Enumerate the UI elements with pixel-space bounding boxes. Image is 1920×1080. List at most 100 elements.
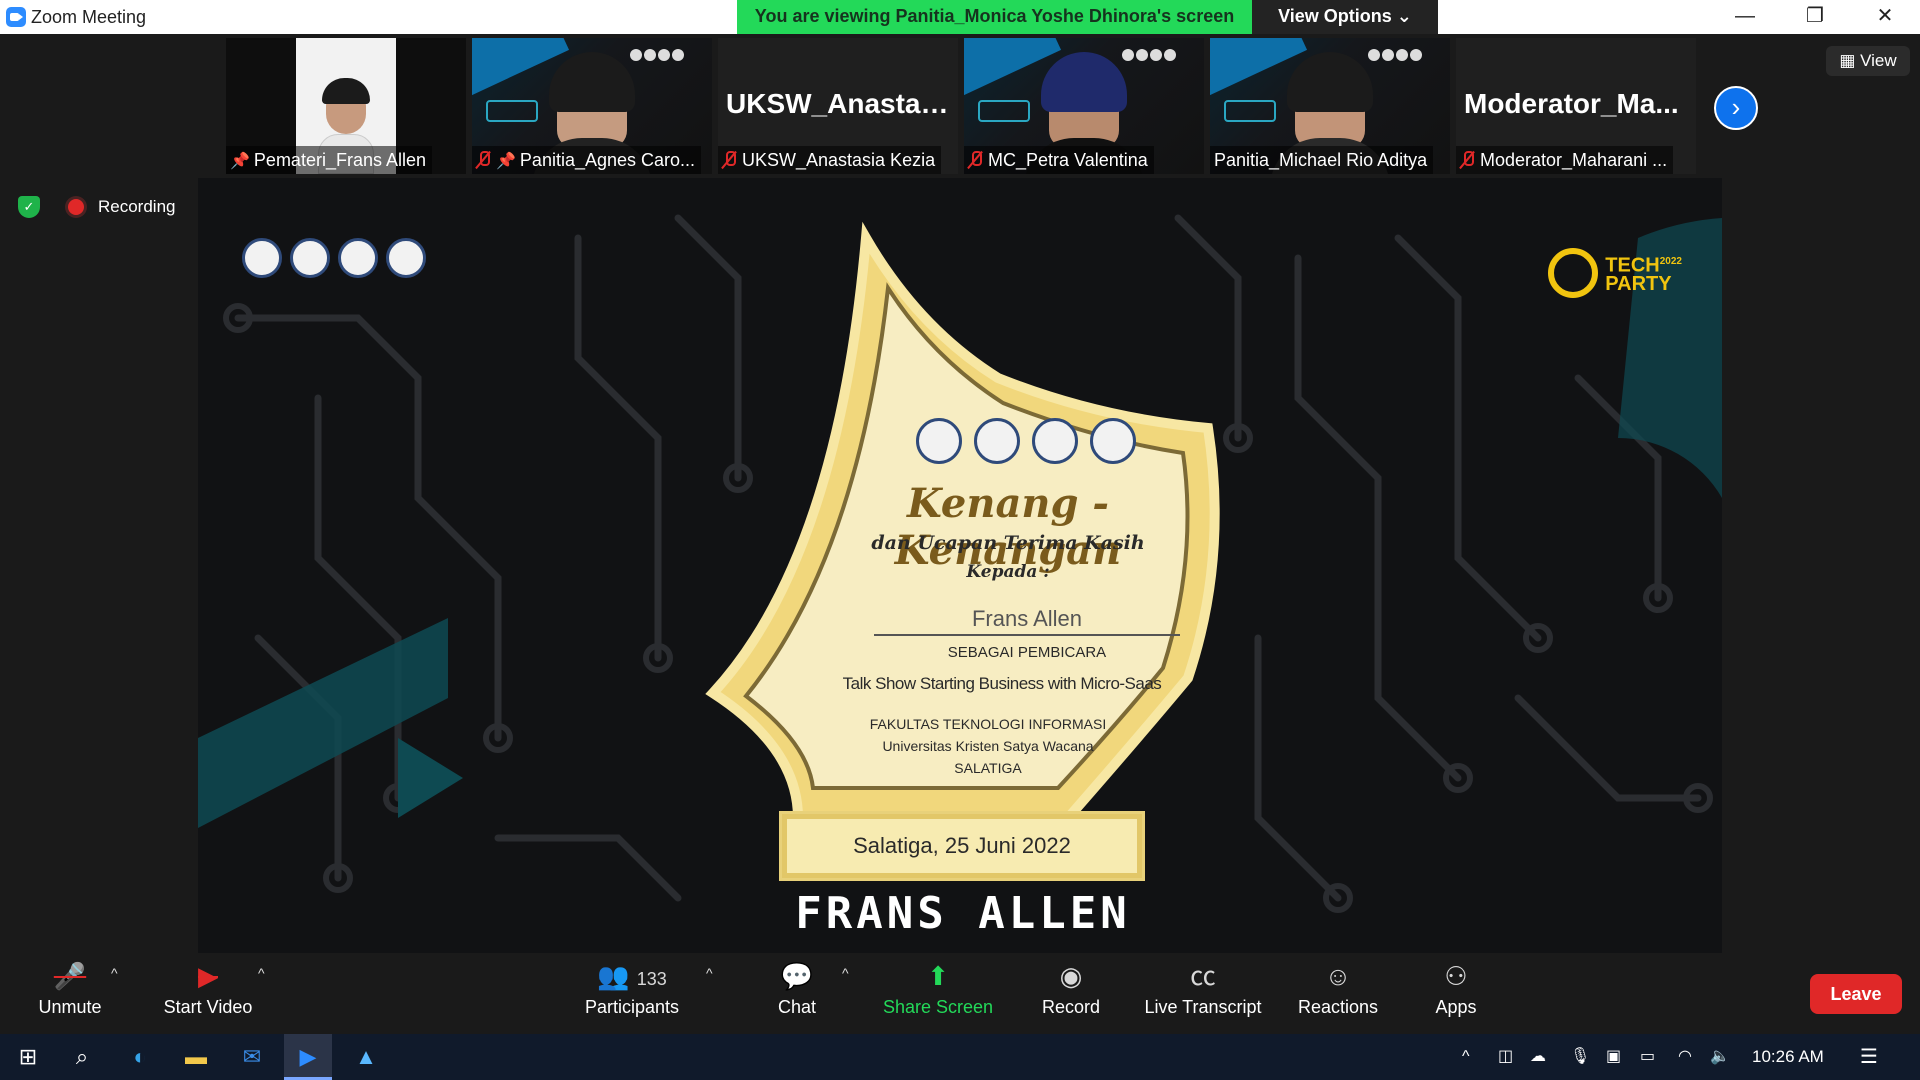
record-button[interactable]: ◉ Record: [1030, 955, 1112, 1032]
start-video-button[interactable]: ▶ Start Video: [150, 955, 266, 1032]
zoom-taskbar-icon[interactable]: ▶: [284, 1034, 332, 1080]
recording-icon: [68, 199, 84, 215]
reactions-smiley-icon: ☺: [1324, 961, 1352, 991]
certificate-event: Talk Show Starting Business with Micro-S…: [842, 674, 1162, 693]
partner-logo-icon: [974, 418, 1020, 464]
file-explorer-icon[interactable]: ▬: [172, 1034, 220, 1080]
screen-share-banner: You are viewing Panitia_Monica Yoshe Dhi…: [737, 0, 1252, 34]
participant-video: [1041, 52, 1127, 148]
participant-name: Moderator_Maharani ...: [1456, 146, 1674, 174]
edge-browser-icon[interactable]: ◐: [116, 1034, 164, 1080]
onedrive-cloud-icon[interactable]: ☁: [1530, 1034, 1546, 1080]
mic-muted-icon: 🎤: [53, 961, 87, 991]
participant-tile[interactable]: 📌 Panitia_Agnes Caro...: [472, 38, 712, 174]
leave-button[interactable]: Leave: [1810, 974, 1902, 1014]
notifications-icon[interactable]: ☰: [1860, 1034, 1878, 1080]
live-transcript-button[interactable]: ㏄ Live Transcript: [1138, 955, 1268, 1032]
pin-icon: 📌: [230, 153, 250, 170]
partner-logo-icon: [290, 238, 330, 278]
volume-icon[interactable]: 🔈: [1710, 1034, 1730, 1080]
university-logo-icon: [916, 418, 962, 464]
participant-strip: 📌 Pemateri_Frans Allen 📌 Panitia_Agnes Car…: [226, 38, 1696, 176]
participant-video: [549, 52, 635, 148]
share-screen-button[interactable]: ⬆ Share Screen: [878, 955, 998, 1032]
record-icon: ◉: [1059, 961, 1083, 991]
certificate-role: SEBAGAI PEMBICARA: [947, 644, 1107, 661]
recording-label[interactable]: Recording: [98, 197, 176, 217]
partner-logo-icon: [386, 238, 426, 278]
next-page-chevron-icon[interactable]: ›: [1714, 86, 1758, 130]
partner-logo-icon: [338, 238, 378, 278]
video-off-icon: ▶: [198, 961, 218, 991]
participant-video: [1287, 52, 1373, 148]
certificate-title: Kenang - Kenangan: [894, 480, 1122, 574]
mic-muted-icon: [476, 151, 490, 169]
certificate-recipient: Frans Allen: [874, 606, 1180, 636]
audio-options-chevron-icon[interactable]: ^: [111, 965, 118, 981]
view-options-button[interactable]: View Options ⌄: [1252, 0, 1438, 34]
screen-share-tray-icon[interactable]: ▣: [1606, 1034, 1621, 1080]
view-button[interactable]: ▦ View: [1826, 46, 1910, 76]
participants-button[interactable]: 👥 133 Participants: [574, 955, 690, 1032]
zoom-app-icon: [6, 7, 26, 27]
photos-icon[interactable]: ▲: [342, 1034, 390, 1080]
unmute-button[interactable]: 🎤 Unmute: [20, 955, 120, 1032]
share-screen-icon: ⬆: [927, 961, 949, 991]
show-hidden-icons-chevron-icon[interactable]: ^: [1462, 1034, 1470, 1080]
certificate-city: SALATIGA: [954, 760, 1022, 776]
apps-icon: ⚇: [1444, 961, 1468, 991]
participant-tile-active-speaker[interactable]: Panitia_Michael Rio Aditya: [1210, 38, 1450, 174]
participant-tile[interactable]: MC_Petra Valentina: [964, 38, 1204, 174]
certificate-kepada: Kepada :: [966, 562, 1050, 582]
participants-options-chevron-icon[interactable]: ^: [706, 965, 713, 981]
participant-name: 📌 Pemateri_Frans Allen: [226, 146, 433, 174]
meet-now-icon[interactable]: ◫: [1498, 1034, 1513, 1080]
participants-icon: 👥: [597, 961, 630, 991]
minimize-button[interactable]: —: [1710, 0, 1780, 34]
participant-big-name: Moderator_Ma...: [1464, 88, 1679, 119]
battery-icon[interactable]: ▭: [1640, 1034, 1655, 1080]
participant-tile[interactable]: UKSW_Anastasi... UKSW_Anastasia Kezia: [718, 38, 958, 174]
grid-view-icon: ▦: [1839, 51, 1861, 70]
closed-caption-icon: ㏄: [1189, 961, 1216, 991]
certificate-faculty: FAKULTAS TEKNOLOGI INFORMASI: [869, 716, 1107, 732]
close-button[interactable]: ✕: [1850, 0, 1920, 34]
participant-name: UKSW_Anastasia Kezia: [718, 146, 942, 174]
reactions-button[interactable]: ☺ Reactions: [1290, 955, 1386, 1032]
meeting-toolbar: 🎤 Unmute ^ ▶ Start Video ^ 👥 133 Partici…: [0, 955, 1920, 1032]
wifi-icon[interactable]: ◠: [1678, 1034, 1692, 1080]
speaker-banner-name: FRANS ALLEN: [795, 888, 1131, 939]
university-logo-icon: [242, 238, 282, 278]
certificate-university: Universitas Kristen Satya Wacana: [882, 738, 1094, 754]
certificate-subtitle: dan Ucapan Terima Kasih: [871, 532, 1145, 554]
techparty-logo: TECH2022 PARTY: [1547, 248, 1682, 298]
clock[interactable]: 10:26 AM: [1752, 1034, 1824, 1080]
pin-icon: 📌: [496, 153, 516, 170]
window-titlebar: Zoom Meeting You are viewing Panitia_Mon…: [0, 0, 1920, 34]
mic-muted-icon: [968, 151, 982, 169]
participant-tile[interactable]: Moderator_Ma... Moderator_Maharani ...: [1456, 38, 1696, 174]
participant-big-name: UKSW_Anastasi...: [726, 88, 952, 119]
apps-button[interactable]: ⚇ Apps: [1418, 955, 1494, 1032]
restore-button[interactable]: ❐: [1780, 0, 1850, 34]
microphone-icon[interactable]: 🎙: [1570, 1034, 1590, 1080]
mail-icon[interactable]: ✉: [228, 1034, 276, 1080]
encryption-shield-icon[interactable]: ✓: [18, 196, 40, 218]
search-icon[interactable]: ⌕: [58, 1034, 106, 1080]
partner-logo-icon: [1090, 418, 1136, 464]
participant-name: 📌 Panitia_Agnes Caro...: [472, 146, 702, 174]
chat-options-chevron-icon[interactable]: ^: [842, 965, 849, 981]
participant-tile[interactable]: 📌 Pemateri_Frans Allen: [226, 38, 466, 174]
partner-logos: [242, 238, 434, 283]
lightbulb-gear-icon: [1547, 248, 1598, 298]
participant-name: Panitia_Michael Rio Aditya: [1210, 146, 1434, 174]
windows-start-icon[interactable]: ⊞: [4, 1034, 52, 1080]
chat-button[interactable]: 💬 Chat: [762, 955, 832, 1032]
partner-logo-icon: [1032, 418, 1078, 464]
windows-taskbar: ⊞ ⌕ ◐ ▬ ✉ ▶ ▲ ^ ◫ ☁ 🎙 ▣ ▭ ◠ 🔈 10:26 AM ☰: [0, 1034, 1920, 1080]
video-options-chevron-icon[interactable]: ^: [258, 965, 265, 981]
certificate-logos: [916, 418, 1148, 469]
participant-name: MC_Petra Valentina: [964, 146, 1154, 174]
shared-screen: TECH2022 PARTY Kenang - Kenangan dan Uca…: [198, 178, 1722, 953]
mic-muted-icon: [722, 151, 736, 169]
